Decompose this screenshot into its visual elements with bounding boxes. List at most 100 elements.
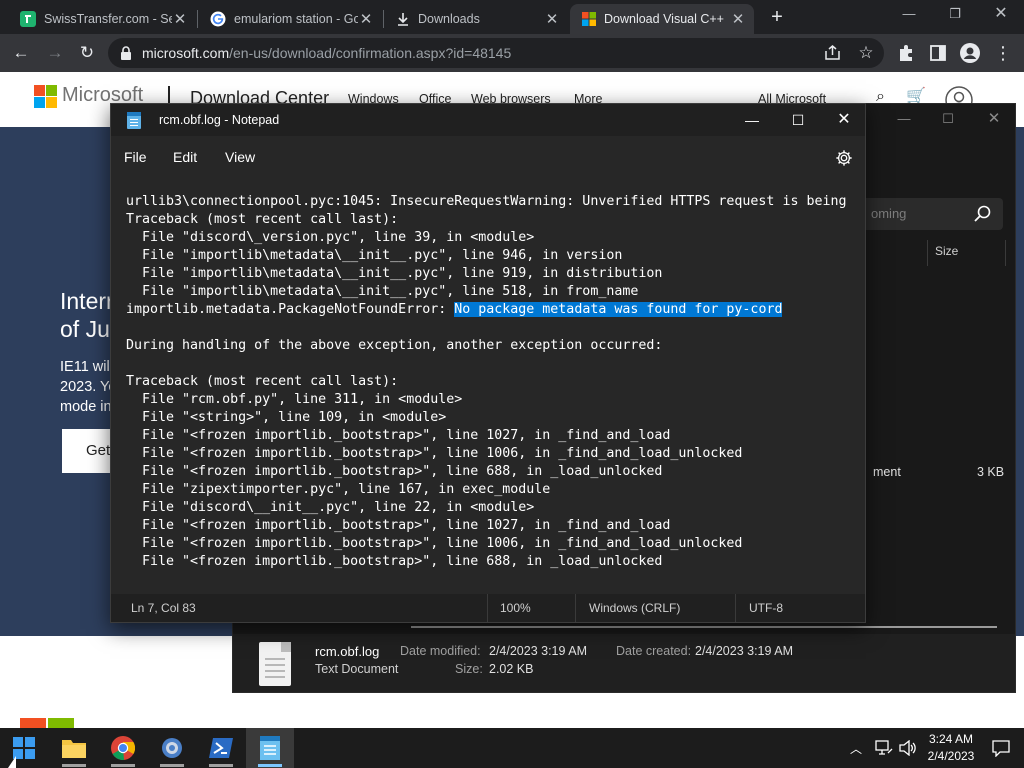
forward-button[interactable]: → (42, 40, 68, 66)
bookmark-star-icon[interactable]: ☆ (853, 40, 879, 66)
explorer-minimize-button[interactable]: — (881, 106, 927, 134)
column-header-size[interactable]: Size (935, 244, 958, 258)
tab-title: emulariom station - Go (234, 12, 358, 26)
back-button[interactable]: ← (8, 40, 34, 66)
taskbar-file-explorer[interactable] (50, 728, 98, 768)
google-favicon (210, 11, 226, 27)
system-clock[interactable]: 3:24 AM 2/4/2023 (920, 731, 982, 765)
hero-text-line: mode in (60, 399, 112, 415)
browser-tab[interactable]: Downloads ✕ (384, 4, 568, 34)
file-type-cell[interactable]: ment (873, 465, 901, 479)
new-tab-button[interactable]: + (764, 5, 790, 31)
windows-taskbar: ︿ 3:24 AM 2/4/2023 (0, 728, 1024, 768)
browser-tab[interactable]: emulariom station - Go ✕ (198, 4, 382, 34)
details-file-type: Text Document (315, 662, 399, 676)
url-path: /en-us/download/confirmation.aspx?id=481… (229, 45, 512, 61)
notepad-status-bar: Ln 7, Col 83 100% Windows (CRLF) UTF-8 (111, 594, 865, 622)
tab-title: Downloads (418, 12, 480, 26)
log-line: Traceback (most recent call last): (126, 374, 399, 389)
horizontal-scrollbar[interactable] (411, 626, 997, 628)
status-divider (735, 594, 736, 622)
taskbar-chrome[interactable] (99, 728, 147, 768)
browser-tab[interactable]: SwissTransfer.com - Se ✕ (8, 4, 196, 34)
menu-view[interactable]: View (225, 149, 255, 165)
notepad-close-button[interactable]: ✕ (821, 104, 867, 136)
extensions-puzzle-icon[interactable] (897, 44, 915, 62)
lock-icon (121, 46, 131, 60)
size-value: 2.02 KB (489, 662, 534, 676)
menu-edit[interactable]: Edit (173, 149, 197, 165)
close-icon[interactable]: ✕ (172, 10, 188, 28)
taskbar-notepad[interactable] (246, 728, 294, 768)
status-divider (487, 594, 488, 622)
close-window-button[interactable]: ✕ (978, 0, 1024, 30)
settings-gear-icon[interactable] (835, 149, 853, 167)
search-placeholder: oming (871, 206, 907, 221)
column-divider (1005, 240, 1006, 266)
network-icon[interactable] (875, 740, 893, 756)
side-panel-icon[interactable] (929, 44, 947, 62)
file-size-cell[interactable]: 3 KB (977, 465, 1004, 479)
volume-icon[interactable] (899, 740, 917, 756)
url-text: microsoft.com/en-us/download/confirmatio… (142, 45, 511, 61)
explorer-close-button[interactable]: ✕ (971, 106, 1017, 134)
zoom-level: 100% (500, 601, 531, 615)
date-modified-label: Date modified: (400, 644, 481, 658)
explorer-maximize-button[interactable]: ☐ (925, 106, 971, 134)
log-line: File "importlib\metadata\__init__.pyc", … (126, 248, 623, 263)
windows-logo-icon (13, 737, 35, 759)
minimize-button[interactable]: — (886, 0, 932, 30)
share-icon[interactable] (824, 45, 842, 61)
hero-text-line: 2023. Yo (60, 379, 115, 395)
url-host: microsoft.com (142, 45, 230, 61)
log-line: File "rcm.obf.py", line 311, in <module> (126, 392, 463, 407)
control-panel-gear-icon (162, 738, 182, 758)
notepad-text-area[interactable]: urllib3\connectionpool.pyc:1045: Insecur… (111, 178, 865, 588)
profile-avatar-icon[interactable] (960, 43, 980, 63)
log-line: File "<frozen importlib._bootstrap>", li… (126, 446, 743, 461)
close-icon[interactable]: ✕ (730, 10, 746, 28)
notepad-minimize-button[interactable]: — (729, 104, 775, 136)
powershell-icon (209, 738, 233, 758)
notepad-maximize-button[interactable]: ☐ (775, 104, 821, 136)
log-line: importlib.metadata.PackageNotFoundError:… (126, 302, 783, 317)
chrome-menu-icon[interactable]: ⋮ (990, 40, 1016, 66)
running-indicator (160, 764, 184, 767)
chevron-up-icon[interactable]: ︿ (850, 740, 862, 757)
address-bar[interactable]: microsoft.com/en-us/download/confirmatio… (108, 38, 884, 68)
menu-file[interactable]: File (124, 149, 147, 165)
clock-time: 3:24 AM (928, 732, 974, 746)
hero-body-text: IE11 wil 2023. Yo mode in (60, 357, 115, 417)
notepad-menubar: File Edit View (111, 136, 865, 178)
log-line: File "<frozen importlib._bootstrap>", li… (126, 464, 663, 479)
explorer-search-box[interactable]: oming (861, 198, 1003, 230)
tab-title: SwissTransfer.com - Se (44, 12, 172, 26)
running-indicator (111, 764, 135, 767)
restore-button[interactable]: ❐ (932, 0, 978, 30)
mouse-cursor-icon (8, 756, 16, 768)
microsoft-logo-icon[interactable] (34, 85, 58, 109)
notepad-window: rcm.obf.log - Notepad — ☐ ✕ File Edit Vi… (110, 103, 866, 623)
taskbar-powershell[interactable] (197, 728, 245, 768)
close-icon[interactable]: ✕ (544, 10, 560, 28)
date-modified-value: 2/4/2023 3:19 AM (489, 644, 587, 658)
reload-button[interactable]: ↻ (74, 40, 100, 66)
text-document-icon (259, 642, 291, 686)
log-line: File "importlib\metadata\__init__.pyc", … (126, 284, 639, 299)
size-label: Size: (455, 662, 483, 676)
date-created-value: 2/4/2023 3:19 AM (695, 644, 793, 658)
log-line: urllib3\connectionpool.pyc:1045: Insecur… (126, 194, 847, 209)
close-icon[interactable]: ✕ (358, 10, 374, 28)
tab-title: Download Visual C++ (604, 12, 724, 26)
line-endings: Windows (CRLF) (589, 601, 681, 615)
notification-icon[interactable] (992, 740, 1010, 757)
browser-tab-strip: SwissTransfer.com - Se ✕ emulariom stati… (0, 0, 1024, 34)
running-indicator (209, 764, 233, 767)
notepad-titlebar[interactable]: rcm.obf.log - Notepad — ☐ ✕ (111, 104, 865, 136)
notepad-icon (260, 736, 280, 760)
taskbar-control-panel[interactable] (148, 728, 196, 768)
log-line: Traceback (most recent call last): (126, 212, 399, 227)
browser-tab-active[interactable]: Download Visual C++ ✕ (570, 4, 754, 34)
log-line: File "discord\_version.pyc", line 39, in… (126, 230, 535, 245)
